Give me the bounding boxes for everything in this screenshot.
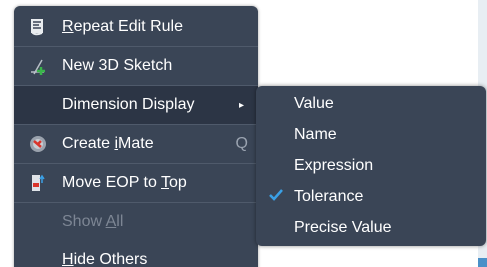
submenu-item-label: Expression (294, 156, 374, 174)
submenu-item-label: Tolerance (294, 187, 364, 205)
submenu-item-tolerance[interactable]: Tolerance (256, 181, 486, 212)
menu-item-hide-others[interactable]: Hide Others (14, 241, 258, 267)
context-menu: Repeat Edit Rule New 3D Sketch Dimension… (14, 6, 258, 267)
submenu-item-name[interactable]: Name (256, 119, 486, 150)
checkmark-icon (268, 187, 284, 203)
imate-icon (28, 134, 48, 154)
menu-item-move-eop-to-top[interactable]: Move EOP to Top (14, 164, 258, 202)
submenu-arrow-icon: ▸ (238, 99, 244, 111)
submenu-item-label: Name (294, 125, 337, 143)
menu-item-label: Dimension Display (62, 96, 195, 113)
move-eop-icon (28, 173, 48, 193)
menu-item-new-3d-sketch[interactable]: New 3D Sketch (14, 47, 258, 85)
screen: Repeat Edit Rule New 3D Sketch Dimension… (0, 0, 487, 267)
submenu-item-value[interactable]: Value (256, 88, 486, 119)
dimension-display-submenu: Value Name Expression Tolerance Precise … (256, 86, 486, 246)
menu-item-show-all: Show All (62, 213, 124, 230)
menu-item-dimension-display[interactable]: Dimension Display ▸ (14, 86, 258, 124)
submenu-item-precise-value[interactable]: Precise Value (256, 212, 486, 243)
menu-item-label: New 3D Sketch (62, 57, 173, 74)
submenu-item-label: Precise Value (294, 218, 392, 236)
menu-item-create-imate[interactable]: Create iMate Q (14, 125, 258, 163)
menu-item-repeat-edit-rule[interactable]: Repeat Edit Rule (14, 8, 258, 46)
submenu-item-label: Value (294, 94, 334, 112)
repeat-rule-icon (28, 17, 48, 37)
sketch-3d-icon (28, 56, 48, 76)
submenu-item-expression[interactable]: Expression (256, 150, 486, 181)
shortcut-key: Q (235, 135, 248, 152)
